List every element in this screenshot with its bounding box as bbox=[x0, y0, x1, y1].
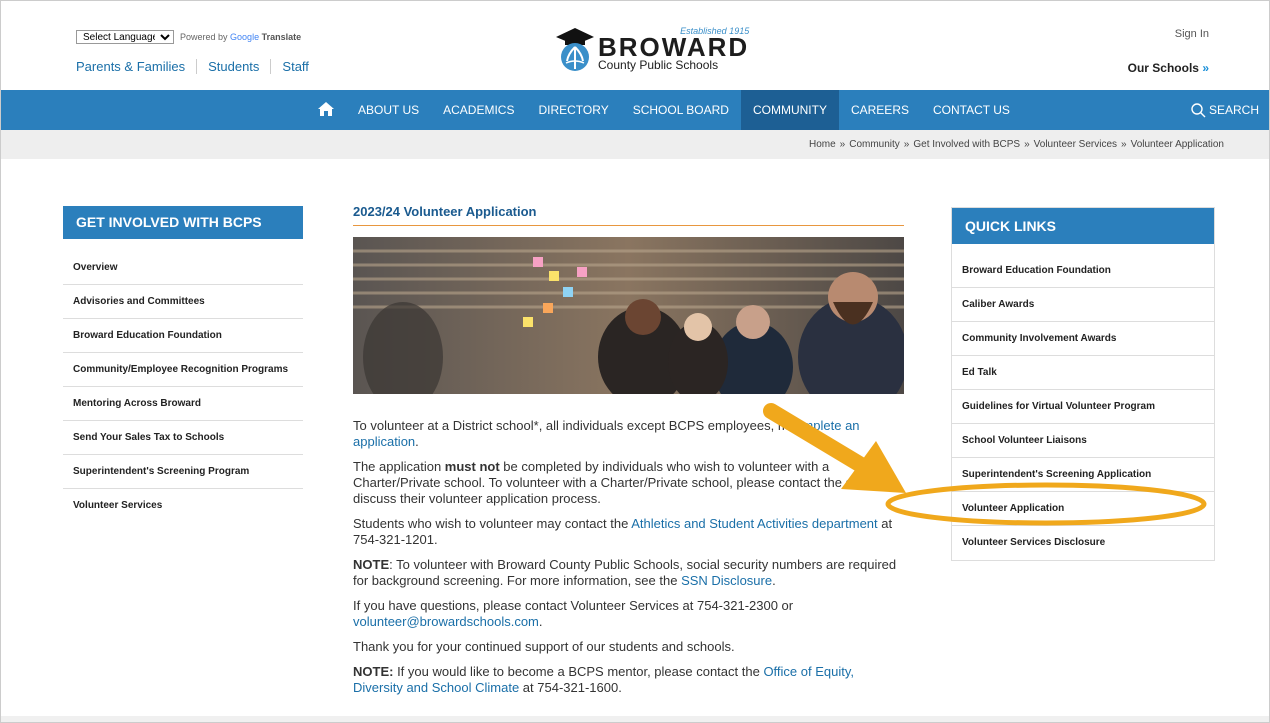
page-title: 2023/24 Volunteer Application bbox=[353, 204, 904, 226]
nav-about-us[interactable]: ABOUT US bbox=[346, 90, 431, 130]
nav-careers[interactable]: CAREERS bbox=[839, 90, 921, 130]
nav-community[interactable]: COMMUNITY bbox=[740, 90, 839, 130]
sidebar-nav: GET INVOLVED WITH BCPS Overview Advisori… bbox=[63, 206, 303, 523]
quick-link-volunteer-application[interactable]: Volunteer Application bbox=[952, 492, 1214, 526]
p7-bold: NOTE: bbox=[353, 664, 394, 679]
crumb-sep: » bbox=[1121, 139, 1127, 150]
nav-school-board[interactable]: SCHOOL BOARD bbox=[621, 90, 741, 130]
nav-contact-us[interactable]: CONTACT US bbox=[921, 90, 1022, 130]
paragraph-6: Thank you for your continued support of … bbox=[353, 639, 735, 654]
home-icon[interactable] bbox=[317, 101, 335, 117]
search-icon bbox=[1191, 103, 1206, 118]
sidebar-item-sales-tax[interactable]: Send Your Sales Tax to Schools bbox=[63, 421, 303, 455]
main-content: 2023/24 Volunteer Application To volunte… bbox=[353, 204, 904, 696]
top-header: Select Language Powered by Google Transl… bbox=[1, 1, 1269, 89]
p5-text: If you have questions, please contact Vo… bbox=[353, 598, 794, 613]
sidebar-item-mentoring[interactable]: Mentoring Across Broward bbox=[63, 387, 303, 421]
quick-link-volunteer-liaisons[interactable]: School Volunteer Liaisons bbox=[952, 424, 1214, 458]
crumb-current: Volunteer Application bbox=[1130, 139, 1224, 150]
sidebar-title: GET INVOLVED WITH BCPS bbox=[63, 206, 303, 239]
breadcrumb: Home » Community » Get Involved with BCP… bbox=[1, 130, 1269, 159]
our-schools-label: Our Schools bbox=[1127, 61, 1199, 75]
crumb-get-involved[interactable]: Get Involved with BCPS bbox=[913, 139, 1020, 150]
quick-link-caliber-awards[interactable]: Caliber Awards bbox=[952, 288, 1214, 322]
paragraph-5: If you have questions, please contact Vo… bbox=[353, 598, 904, 630]
sidebar-item-volunteer-services[interactable]: Volunteer Services bbox=[63, 489, 303, 523]
quick-link-virtual-guidelines[interactable]: Guidelines for Virtual Volunteer Program bbox=[952, 390, 1214, 424]
crumb-sep: » bbox=[839, 139, 846, 150]
sign-in-link[interactable]: Sign In bbox=[1175, 28, 1209, 40]
paragraph-1: To volunteer at a District school*, all … bbox=[353, 418, 904, 450]
athletics-link[interactable]: Athletics and Student Activities departm… bbox=[631, 516, 877, 531]
students-link[interactable]: Students bbox=[196, 59, 270, 74]
audience-links: Parents & Families Students Staff bbox=[76, 59, 320, 74]
p4-text: : To volunteer with Broward County Publi… bbox=[353, 557, 897, 588]
quick-links-title: QUICK LINKS bbox=[952, 208, 1214, 244]
ssn-disclosure-link[interactable]: SSN Disclosure bbox=[681, 573, 772, 588]
language-select[interactable]: Select Language bbox=[76, 30, 174, 44]
paragraph-2: The application must not be completed by… bbox=[353, 459, 904, 507]
horizontal-scrollbar[interactable] bbox=[1, 716, 1269, 722]
volunteer-email-link[interactable]: volunteer@browardschools.com bbox=[353, 614, 539, 629]
quick-link-screening-application[interactable]: Superintendent's Screening Application bbox=[952, 458, 1214, 492]
search-button[interactable]: SEARCH bbox=[1190, 102, 1259, 118]
quick-link-services-disclosure[interactable]: Volunteer Services Disclosure bbox=[952, 526, 1214, 560]
crumb-community[interactable]: Community bbox=[849, 139, 900, 150]
nav-academics[interactable]: ACADEMICS bbox=[431, 90, 526, 130]
p1-end: . bbox=[415, 434, 419, 449]
p4-bold: NOTE bbox=[353, 557, 390, 572]
site-logo[interactable]: Established 1915 BROWARD County Public S… bbox=[554, 25, 749, 73]
quick-link-ed-talk[interactable]: Ed Talk bbox=[952, 356, 1214, 390]
hero-image bbox=[353, 237, 904, 394]
sidebar-item-overview[interactable]: Overview bbox=[63, 251, 303, 285]
search-label: SEARCH bbox=[1208, 103, 1259, 117]
quick-link-education-foundation[interactable]: Broward Education Foundation bbox=[952, 254, 1214, 288]
our-schools-link[interactable]: Our Schools » bbox=[1128, 61, 1209, 75]
crumb-sep: » bbox=[903, 139, 910, 150]
crumb-home[interactable]: Home bbox=[809, 139, 836, 150]
logo-name: BROWARD bbox=[598, 32, 750, 62]
parents-families-link[interactable]: Parents & Families bbox=[76, 59, 196, 74]
google-translate-widget: Select Language Powered by Google Transl… bbox=[76, 30, 301, 44]
staff-link[interactable]: Staff bbox=[270, 59, 320, 74]
p7-text: If you would like to become a BCPS mento… bbox=[393, 664, 764, 679]
main-nav: ABOUT US ACADEMICS DIRECTORY SCHOOL BOAR… bbox=[1, 90, 1269, 130]
crumb-volunteer-services[interactable]: Volunteer Services bbox=[1034, 139, 1117, 150]
sidebar-item-advisories[interactable]: Advisories and Committees bbox=[63, 285, 303, 319]
paragraph-4: NOTE: To volunteer with Broward County P… bbox=[353, 557, 904, 589]
p2-text: The application bbox=[353, 459, 445, 474]
p3-text: Students who wish to volunteer may conta… bbox=[353, 516, 632, 531]
nav-directory[interactable]: DIRECTORY bbox=[526, 90, 620, 130]
powered-by-label: Powered by Google Translate bbox=[180, 32, 302, 42]
p2-bold: must not bbox=[444, 459, 500, 474]
double-chevron-icon: » bbox=[1202, 61, 1209, 75]
page: Select Language Powered by Google Transl… bbox=[0, 0, 1270, 723]
sidebar-item-recognition[interactable]: Community/Employee Recognition Programs bbox=[63, 353, 303, 387]
sidebar-item-education-foundation[interactable]: Broward Education Foundation bbox=[63, 319, 303, 353]
sidebar-item-screening[interactable]: Superintendent's Screening Program bbox=[63, 455, 303, 489]
p4-end: . bbox=[772, 573, 776, 588]
quick-links-panel: QUICK LINKS Broward Education Foundation… bbox=[951, 207, 1215, 561]
p7-end: at 754-321-1600. bbox=[519, 680, 622, 695]
paragraph-3: Students who wish to volunteer may conta… bbox=[353, 516, 904, 548]
paragraph-7: NOTE: If you would like to become a BCPS… bbox=[353, 664, 904, 696]
quick-link-community-awards[interactable]: Community Involvement Awards bbox=[952, 322, 1214, 356]
p1-text: To volunteer at a District school*, all … bbox=[353, 418, 789, 433]
p5-end: . bbox=[538, 614, 543, 629]
crumb-sep: » bbox=[1024, 139, 1030, 150]
logo-emblem-icon bbox=[554, 25, 596, 73]
